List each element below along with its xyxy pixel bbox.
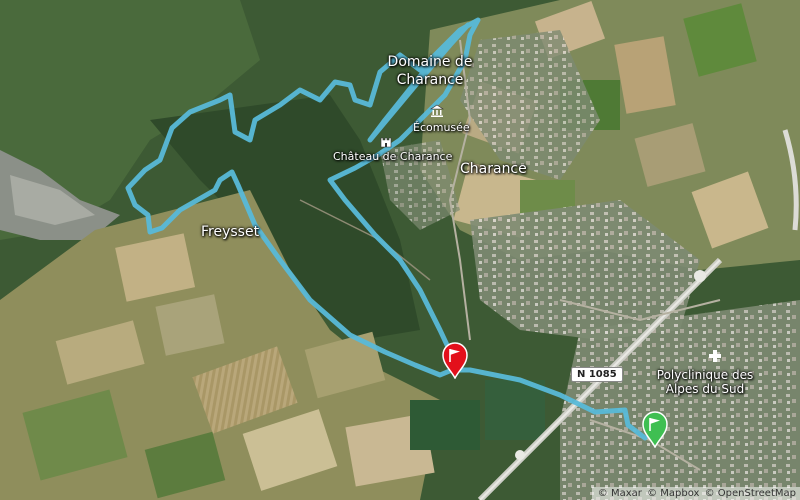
attribution-openstreetmap[interactable]: © OpenStreetMap	[705, 488, 796, 499]
attribution-mapbox[interactable]: © Mapbox	[647, 488, 699, 499]
castle-icon[interactable]	[379, 134, 393, 148]
map-view[interactable]: Domaine de Charance Écomusée Château de …	[0, 0, 800, 500]
finish-flag-marker[interactable]	[640, 410, 670, 448]
hospital-icon[interactable]	[708, 349, 722, 363]
route-track[interactable]	[125, 17, 648, 441]
attribution-maxar[interactable]: © Maxar	[598, 488, 642, 499]
start-flag-marker[interactable]	[440, 341, 470, 379]
route-overlay	[125, 17, 648, 441]
map-attribution: © Maxar © Mapbox © OpenStreetMap	[591, 487, 800, 500]
museum-icon[interactable]	[430, 104, 444, 118]
road-shield-n1085: N 1085	[571, 367, 623, 382]
